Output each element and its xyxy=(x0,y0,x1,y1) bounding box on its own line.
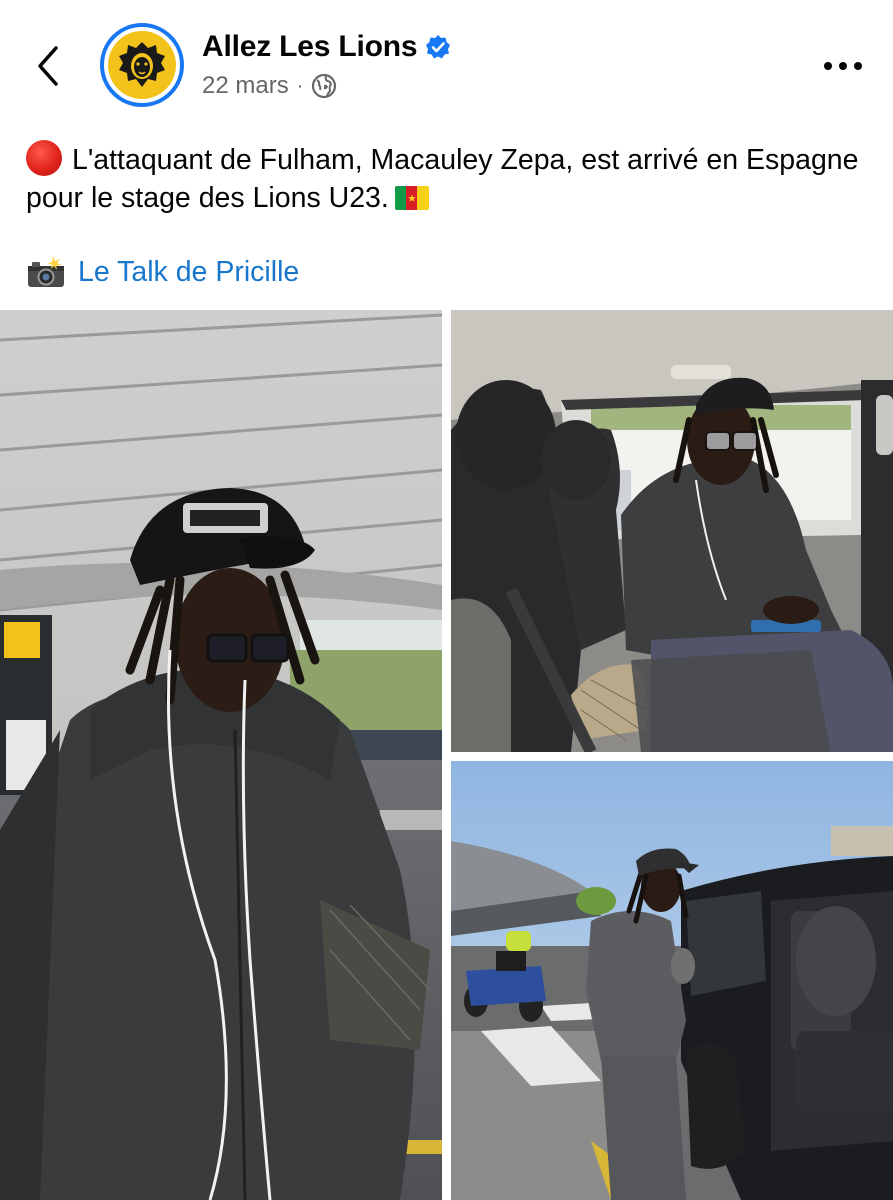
post-photo-2[interactable] xyxy=(451,310,893,752)
back-button[interactable] xyxy=(30,42,70,90)
meta-separator: · xyxy=(296,74,304,97)
cameroon-flag-icon xyxy=(394,186,429,210)
post-photo-1[interactable] xyxy=(0,310,442,1200)
photo-airport-walk xyxy=(0,310,442,1200)
lion-logo-icon xyxy=(119,42,165,87)
camera-flash-icon xyxy=(28,256,64,287)
globe-icon[interactable] xyxy=(311,73,337,99)
red-circle-icon xyxy=(26,140,62,176)
page-avatar[interactable] xyxy=(100,23,184,107)
more-dot xyxy=(839,62,847,70)
post-body: L'attaquant de Fulham, Macauley Zepa, es… xyxy=(26,144,859,214)
verified-badge-icon xyxy=(426,35,451,59)
photo-in-van xyxy=(451,310,893,752)
post-date[interactable]: 22 mars xyxy=(202,72,289,100)
post-header: Allez Les Lions 22 mars · xyxy=(0,0,893,130)
page-name-row: Allez Les Lions xyxy=(202,30,451,64)
more-horizontal-icon xyxy=(824,62,832,70)
credit-link[interactable]: Le Talk de Pricille xyxy=(78,256,299,289)
post-photo-3[interactable] xyxy=(451,761,893,1200)
page-name[interactable]: Allez Les Lions xyxy=(202,30,418,64)
chevron-left-icon xyxy=(38,46,58,86)
more-dot xyxy=(854,62,862,70)
post-text: L'attaquant de Fulham, Macauley Zepa, es… xyxy=(26,140,866,217)
post-meta: 22 mars · xyxy=(202,72,337,100)
more-options-button[interactable] xyxy=(821,56,865,76)
credit-row: Le Talk de Pricille xyxy=(26,255,299,289)
photo-entering-van xyxy=(451,761,893,1200)
